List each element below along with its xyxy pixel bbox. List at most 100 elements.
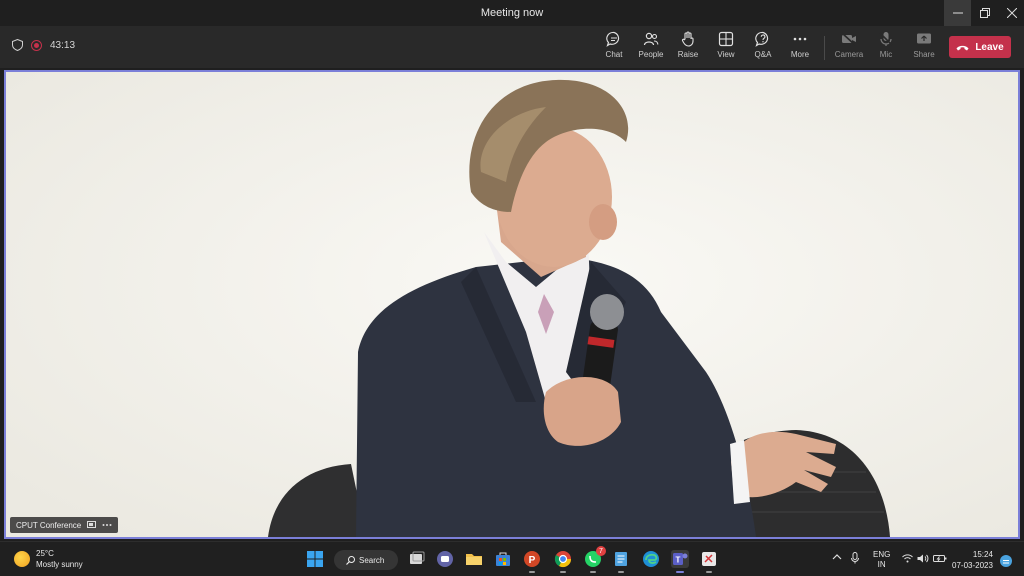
weather-condition: Mostly sunny: [36, 560, 83, 569]
microphone-icon: [851, 552, 859, 564]
title-bar: Meeting now: [0, 0, 1024, 26]
running-indicator: [706, 571, 712, 573]
wifi-button[interactable]: [902, 554, 913, 565]
running-indicator: [560, 571, 566, 573]
hang-up-icon: [956, 45, 969, 50]
weather-temperature: 25°C: [36, 549, 54, 558]
microphone-tray-button[interactable]: [851, 552, 859, 566]
show-hidden-icons-button[interactable]: [832, 553, 842, 563]
leave-button[interactable]: Leave: [949, 36, 1011, 58]
teams-app[interactable]: T: [671, 550, 689, 573]
people-label: People: [638, 50, 664, 59]
language-indicator[interactable]: ENG IN: [873, 550, 890, 570]
windows-logo-icon: [307, 551, 323, 567]
recording-icon: [31, 39, 42, 51]
camera-button[interactable]: Camera: [830, 31, 868, 65]
more-label: More: [790, 50, 810, 59]
file-explorer-app[interactable]: [465, 550, 483, 568]
store-app[interactable]: [494, 550, 512, 568]
weather-sun-icon: [14, 551, 30, 567]
view-label: View: [717, 50, 735, 59]
participant-name-tag: CPUT Conference: [10, 517, 119, 533]
raise-hand-button[interactable]: Raise: [669, 31, 707, 65]
mic-off-icon: [879, 32, 893, 46]
start-button[interactable]: [306, 550, 324, 568]
teams-chat-icon: [437, 551, 453, 567]
edge-app[interactable]: [642, 550, 660, 568]
search-label: Search: [359, 555, 385, 565]
running-indicator: [529, 571, 535, 573]
notepad-icon: [615, 552, 627, 566]
running-indicator: [618, 571, 624, 573]
active-app-indicator: [676, 571, 684, 573]
edge-icon: [643, 551, 659, 567]
close-button[interactable]: [998, 0, 1024, 26]
close-icon: [1006, 8, 1017, 18]
windows-taskbar: 25°C Mostly sunny Search P 7 T ENG IN 15…: [0, 541, 1024, 576]
shield-icon: [12, 39, 23, 51]
restore-icon: [979, 8, 990, 18]
snipping-tool-icon: [702, 552, 716, 566]
meeting-status: 43:13: [12, 39, 75, 51]
participant-more-icon[interactable]: [102, 523, 112, 527]
whatsapp-app[interactable]: 7: [584, 546, 606, 573]
powerpoint-icon: P: [524, 551, 540, 567]
teams-chat-app[interactable]: [436, 550, 454, 568]
chevron-up-icon: [832, 554, 842, 560]
people-button[interactable]: People: [632, 31, 670, 65]
task-view-icon: [410, 551, 425, 564]
battery-button[interactable]: [933, 554, 947, 565]
running-indicator: [590, 571, 596, 573]
window-title: Meeting now: [480, 7, 544, 19]
notepad-app[interactable]: [612, 550, 630, 573]
chrome-app[interactable]: [554, 550, 572, 573]
restore-button[interactable]: [971, 0, 998, 26]
chat-button[interactable]: Chat: [595, 31, 633, 65]
language-region: IN: [877, 560, 886, 569]
snipping-tool-app[interactable]: [700, 550, 718, 573]
people-icon: [643, 32, 659, 46]
weather-widget[interactable]: 25°C Mostly sunny: [14, 548, 83, 570]
task-view-button[interactable]: [408, 550, 426, 568]
qa-label: Q&A: [754, 50, 772, 59]
raise-hand-icon: [681, 31, 694, 47]
leave-label: Leave: [975, 41, 1004, 53]
powerpoint-app[interactable]: P: [523, 550, 541, 573]
toolbar-divider: [824, 36, 825, 60]
store-icon: [496, 552, 510, 566]
participant-name: CPUT Conference: [16, 520, 82, 530]
screen-share-indicator-icon: [87, 521, 97, 528]
svg-text:T: T: [676, 556, 681, 565]
chat-icon: [606, 31, 620, 47]
minimize-button[interactable]: [944, 0, 971, 26]
mic-label: Mic: [879, 50, 893, 59]
camera-off-icon: [841, 32, 856, 46]
qa-button[interactable]: Q&A: [744, 31, 782, 65]
meeting-toolbar: 43:13 Chat People Raise View Q&A More Ca…: [0, 26, 1024, 68]
more-button[interactable]: More: [781, 31, 819, 65]
share-button[interactable]: Share: [905, 31, 943, 65]
view-grid-icon: [718, 31, 734, 47]
whatsapp-unread-badge: 7: [596, 546, 606, 556]
volume-button[interactable]: [917, 554, 929, 565]
view-button[interactable]: View: [707, 31, 745, 65]
chrome-icon: [554, 551, 572, 568]
teams-icon: T: [673, 553, 688, 565]
chat-label: Chat: [605, 50, 623, 59]
search-icon: [346, 555, 355, 565]
folder-icon: [466, 554, 482, 565]
taskbar-search[interactable]: Search: [334, 550, 398, 570]
meeting-timer: 43:13: [50, 39, 76, 51]
notification-center-button[interactable]: [1000, 555, 1012, 567]
camera-label: Camera: [834, 50, 864, 59]
raise-label: Raise: [677, 50, 699, 59]
svg-text:P: P: [529, 555, 536, 566]
teams-meeting-window: Meeting now 43:13 Chat People Raise View…: [0, 0, 1024, 576]
video-stage[interactable]: CPUT Conference: [4, 70, 1020, 539]
mic-button[interactable]: Mic: [867, 31, 905, 65]
battery-charging-icon: [933, 555, 947, 562]
share-screen-icon: [917, 33, 931, 44]
wifi-icon: [902, 554, 913, 563]
taskbar-clock[interactable]: 15:24 07-03-2023: [952, 549, 993, 571]
speaker-icon: [917, 554, 929, 563]
